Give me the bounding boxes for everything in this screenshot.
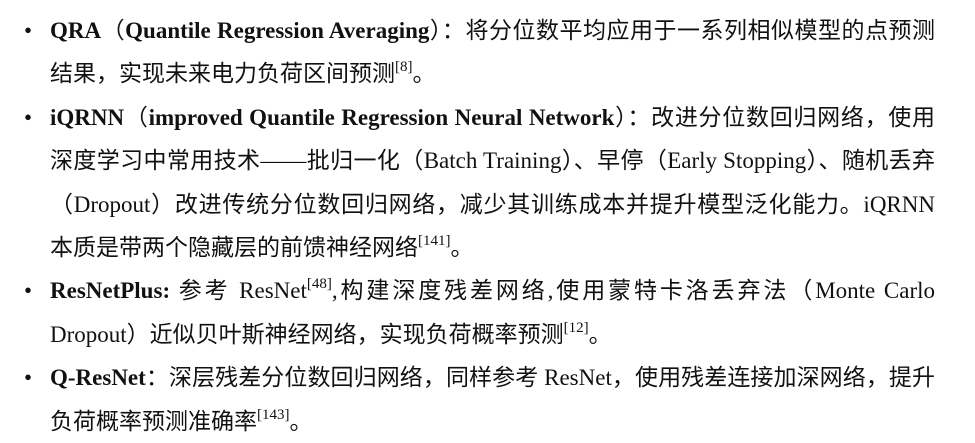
bullet-icon: • [24,18,33,43]
close-paren: ） [614,104,628,130]
period: 。 [289,408,313,434]
method-list: • QRA（Quantile Regression Averaging）：将分位数… [24,9,935,443]
citation: [12] [563,319,589,336]
term-full-name: improved Quantile Regression Neural Netw… [148,104,615,130]
document-page: • QRA（Quantile Regression Averaging）：将分位数… [0,0,975,441]
period: 。 [450,235,474,261]
open-paren: （ [101,18,126,43]
citation: [143] [257,406,290,423]
period: 。 [412,61,436,87]
citation: [8] [395,59,413,76]
separator: ： [441,18,466,43]
term-name: Q-ResNet [50,365,146,391]
citation: [48] [306,276,332,293]
citation: [141] [418,233,451,250]
term-name: QRA [50,18,102,43]
period: 。 [588,321,612,347]
list-item-q-resnet: • Q-ResNet：深层残差分位数回归网络，同样参考 ResNet，使用残差连接… [24,356,935,443]
separator: ： [627,104,652,130]
term-full-name: Quantile Regression Averaging [125,18,430,43]
bullet-icon: • [24,104,33,130]
open-paren: （ [124,104,149,130]
term-name: ResNetPlus [50,278,163,304]
list-item-iqrnn: • iQRNN（improved Quantile Regression Neur… [24,96,935,270]
description: 深层残差分位数回归网络，同样参考 ResNet，使用残差连接加深网络，提升负荷概… [50,365,935,434]
list-item-qra: • QRA（Quantile Regression Averaging）：将分位数… [24,9,935,96]
list-item-resnetplus: • ResNetPlus: 参考 ResNet[48],构建深度残差网络,使用蒙特… [24,269,935,356]
term-name: iQRNN [50,104,125,130]
separator: ： [145,365,169,391]
separator: : [162,278,171,304]
close-paren: ） [429,18,442,43]
description-intro: 参考 ResNet [170,278,307,304]
bullet-icon: • [24,365,33,391]
bullet-icon: • [24,278,33,304]
